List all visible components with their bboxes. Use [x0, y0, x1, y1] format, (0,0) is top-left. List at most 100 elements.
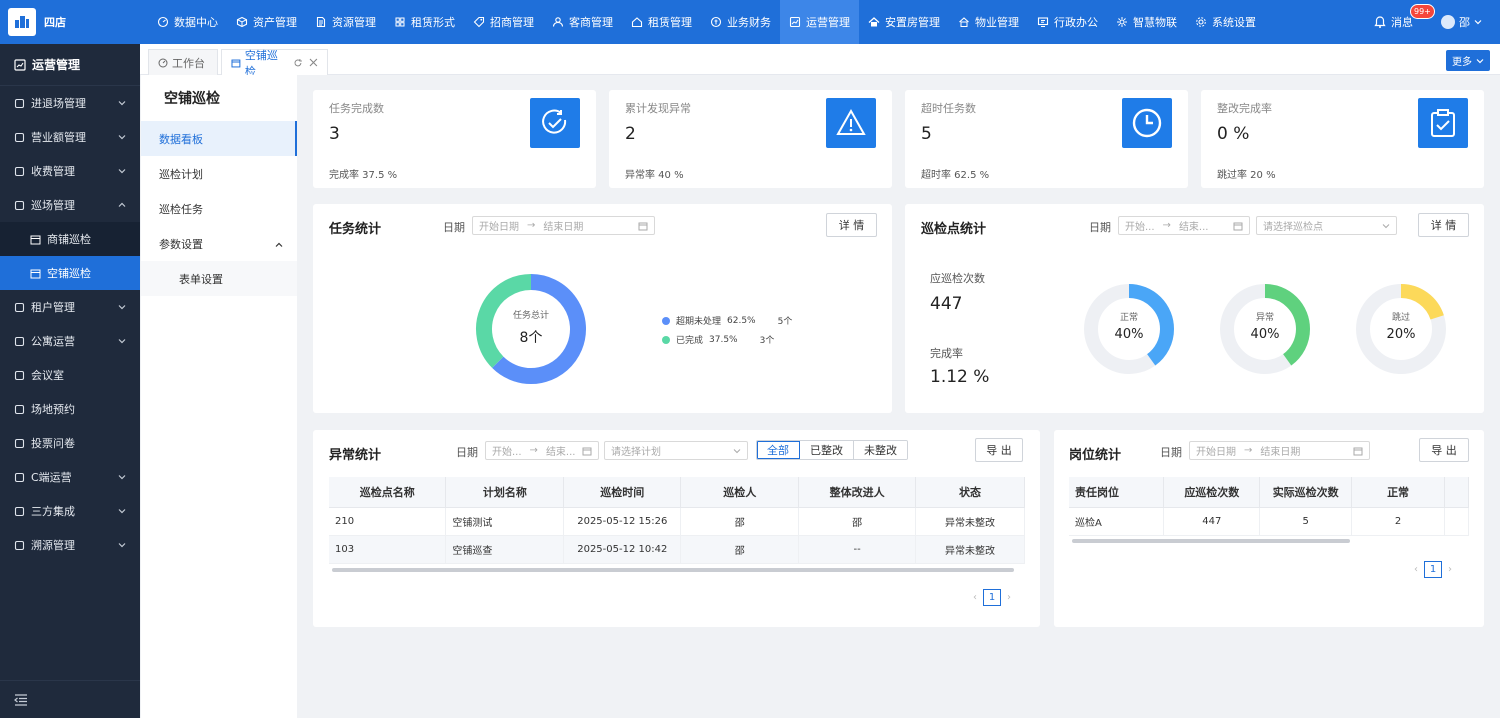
- tab-vacant-inspection[interactable]: 空铺巡检: [221, 49, 328, 78]
- column-header: 应巡检次数: [1163, 477, 1261, 508]
- chevron-down-icon: [118, 543, 126, 548]
- sidebar-item-0[interactable]: 进退场管理: [0, 86, 140, 120]
- nav-item-tag[interactable]: 招商管理: [464, 0, 543, 44]
- sidebar-item-6[interactable]: 租户管理: [0, 290, 140, 324]
- shop-icon: [231, 59, 241, 67]
- sidebar-item-label: 租户管理: [31, 301, 75, 314]
- nav-item-building[interactable]: 物业管理: [949, 0, 1028, 44]
- coin-icon: [710, 16, 722, 28]
- filter-unrectified[interactable]: 未整改: [854, 441, 907, 459]
- cube-icon: [236, 16, 248, 28]
- table-row[interactable]: 巡检A 447 5 2: [1069, 507, 1469, 536]
- sidebar-item-11[interactable]: C端运营: [0, 460, 140, 494]
- kpi-label: 整改完成率: [1217, 102, 1272, 115]
- table-cell: 103: [329, 535, 447, 564]
- refresh-icon[interactable]: [293, 58, 303, 68]
- plan-select[interactable]: 请选择计划: [604, 441, 748, 460]
- donut-slice-1[interactable]: [476, 274, 532, 368]
- messages-button[interactable]: 消息 99+: [1374, 4, 1435, 30]
- nav-item-gear[interactable]: 系统设置: [1186, 0, 1265, 44]
- task-date-range[interactable]: 开始日期 → 结束日期: [472, 216, 655, 235]
- sidebar-item-3[interactable]: 巡场管理: [0, 188, 140, 222]
- nav-item-home[interactable]: 租赁管理: [622, 0, 701, 44]
- sidebar-item-10[interactable]: 投票问卷: [0, 426, 140, 460]
- point-detail-button[interactable]: 详 情: [1418, 213, 1469, 237]
- sidebar-item-5[interactable]: 空铺巡检: [0, 256, 140, 290]
- nav-item-dashboard[interactable]: 数据中心: [148, 0, 227, 44]
- sidebar-item-13[interactable]: 溯源管理: [0, 528, 140, 562]
- calendar-icon: [1353, 447, 1363, 455]
- table-row[interactable]: 210 空铺测试 2025-05-12 15:26 邵 邵 异常未整改: [329, 507, 1025, 536]
- kpi-sub: 超时率 62.5 %: [921, 170, 990, 181]
- integration-icon: [14, 506, 25, 516]
- anomaly-export-button[interactable]: 导 出: [975, 438, 1023, 462]
- nav-item-label: 运营管理: [806, 16, 850, 29]
- sidebar-item-8[interactable]: 会议室: [0, 358, 140, 392]
- user-menu[interactable]: 邵: [1441, 14, 1482, 30]
- point-date-range[interactable]: 开始... → 结束...: [1118, 216, 1250, 235]
- table-cell: 447: [1163, 507, 1261, 536]
- table-scrollbar[interactable]: [332, 568, 1014, 572]
- sidebar-item-1[interactable]: 营业额管理: [0, 120, 140, 154]
- nav-item-document[interactable]: 资源管理: [306, 0, 385, 44]
- sidebar-item-7[interactable]: 公寓运营: [0, 324, 140, 358]
- store-name: 四店: [44, 16, 66, 29]
- sidebar-item-9[interactable]: 场地预约: [0, 392, 140, 426]
- nav-item-monitor[interactable]: 行政办公: [1028, 0, 1107, 44]
- nav-item-coin[interactable]: 业务财务: [701, 0, 780, 44]
- page-button[interactable]: 1: [983, 589, 1001, 606]
- nav-item-iot[interactable]: 智慧物联: [1107, 0, 1186, 44]
- kpi-sub: 完成率 37.5 %: [329, 170, 398, 181]
- sidebar-item-2[interactable]: 收费管理: [0, 154, 140, 188]
- page-button[interactable]: 1: [1424, 561, 1442, 578]
- table-cell: 5: [1259, 507, 1353, 536]
- prev-page-icon[interactable]: ‹: [1414, 564, 1418, 575]
- nav-item-ops[interactable]: 运营管理: [780, 0, 859, 44]
- prev-page-icon[interactable]: ‹: [973, 592, 977, 603]
- calendar-icon: [638, 222, 648, 230]
- collapse-sidebar-button[interactable]: [0, 680, 140, 718]
- home-icon: [631, 17, 643, 28]
- next-page-icon[interactable]: ›: [1448, 564, 1452, 575]
- subnav-tasks[interactable]: 巡检任务: [141, 191, 297, 226]
- subnav-dashboard[interactable]: 数据看板: [141, 121, 297, 156]
- subnav-params[interactable]: 参数设置: [141, 226, 297, 261]
- tab-workbench[interactable]: 工作台: [148, 49, 218, 75]
- nav-item-people[interactable]: 客商管理: [543, 0, 622, 44]
- close-icon[interactable]: [309, 58, 318, 67]
- sidebar-item-label: 会议室: [31, 369, 64, 382]
- more-label: 更多: [1452, 57, 1472, 68]
- subnav-dashboard-label: 数据看板: [159, 132, 203, 146]
- task-detail-button[interactable]: 详 情: [826, 213, 877, 237]
- legend-label: 超期未处理: [676, 317, 722, 327]
- nav-item-grid[interactable]: 租赁形式: [385, 0, 464, 44]
- subnav-plan[interactable]: 巡检计划: [141, 156, 297, 191]
- anomaly-date-range[interactable]: 开始... → 结束...: [485, 441, 599, 460]
- login-icon: [14, 98, 25, 108]
- nav-item-house[interactable]: 安置房管理: [859, 0, 949, 44]
- kpi-label: 任务完成数: [329, 102, 384, 115]
- next-page-icon[interactable]: ›: [1007, 592, 1011, 603]
- table-scrollbar[interactable]: [1072, 539, 1350, 543]
- start-date-placeholder: 开始...: [492, 447, 522, 458]
- legend-dot: [662, 335, 670, 344]
- subnav-form-settings[interactable]: 表单设置: [141, 261, 297, 296]
- point-select[interactable]: 请选择巡检点: [1256, 216, 1397, 235]
- nav-item-label: 数据中心: [174, 16, 218, 29]
- post-stats-card: 岗位统计 日期 开始日期 → 结束日期 导 出 责任岗位 应巡检次数 实际巡检次数 …: [1054, 430, 1484, 627]
- post-export-button[interactable]: 导 出: [1419, 438, 1469, 462]
- end-date-placeholder: 结束日期: [543, 222, 584, 233]
- sidebar-item-4[interactable]: 商铺巡检: [0, 222, 140, 256]
- sidebar-item-label: 场地预约: [31, 403, 75, 416]
- post-date-range[interactable]: 开始日期 → 结束日期: [1189, 441, 1370, 460]
- column-header: 状态: [915, 477, 1025, 508]
- filter-rectified[interactable]: 已整改: [800, 441, 854, 459]
- ring-label: 正常: [1119, 313, 1138, 323]
- table-row[interactable]: 103 空铺巡查 2025-05-12 10:42 邵 -- 异常未整改: [329, 535, 1025, 564]
- logo[interactable]: 四店: [0, 0, 140, 44]
- filter-all[interactable]: 全部: [757, 441, 800, 459]
- nav-item-cube[interactable]: 资产管理: [227, 0, 306, 44]
- sidebar-item-12[interactable]: 三方集成: [0, 494, 140, 528]
- more-tabs-button[interactable]: 更多: [1446, 50, 1490, 71]
- subnav-plan-label: 巡检计划: [159, 167, 203, 181]
